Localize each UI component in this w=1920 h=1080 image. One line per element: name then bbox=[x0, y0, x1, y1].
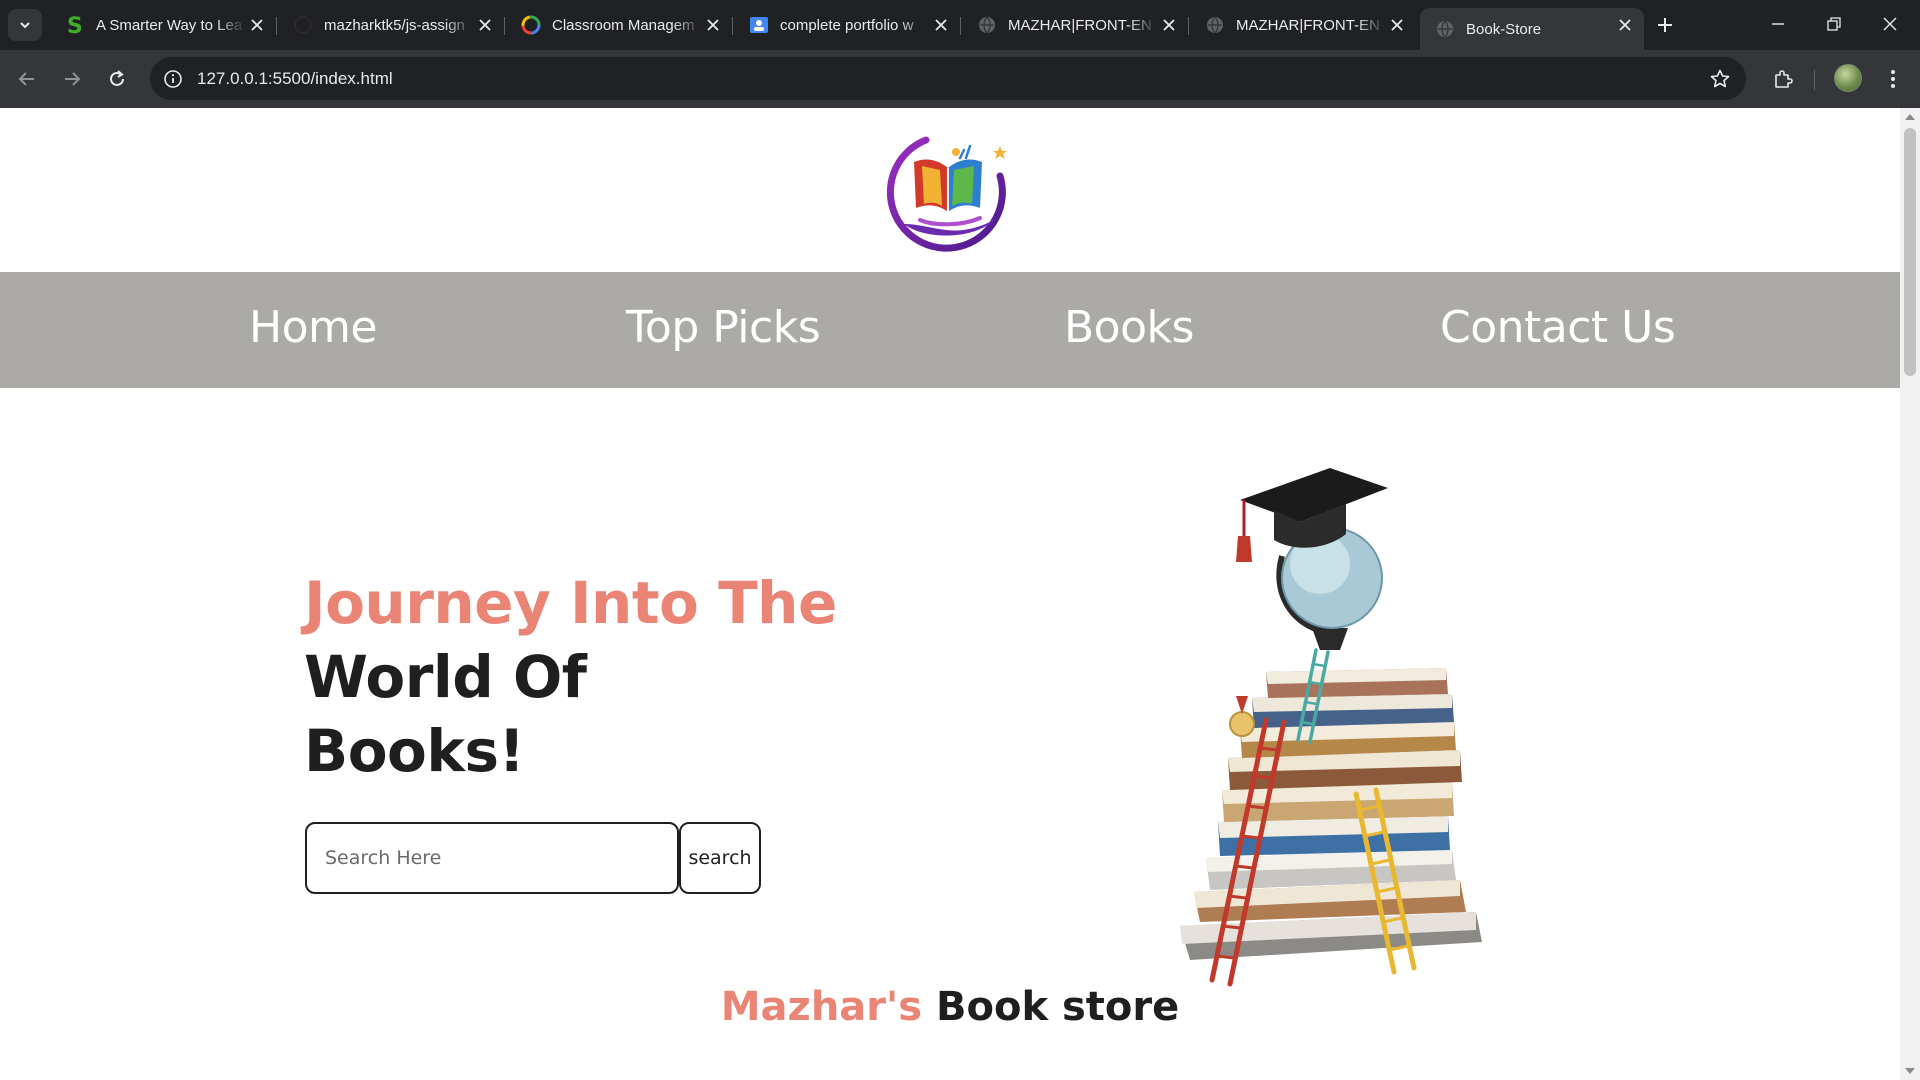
tab-separator bbox=[960, 17, 961, 35]
browser-menu-button[interactable] bbox=[1878, 62, 1908, 96]
bookmark-star-icon[interactable] bbox=[1708, 67, 1732, 91]
tab-title: mazharktk5/js-assign bbox=[324, 16, 465, 34]
close-icon bbox=[1883, 17, 1897, 31]
new-tab-button[interactable] bbox=[1651, 11, 1679, 39]
tab-separator bbox=[276, 17, 277, 35]
profile-avatar[interactable] bbox=[1834, 64, 1862, 92]
globe-icon bbox=[976, 14, 998, 36]
scrollbar-thumb[interactable] bbox=[1904, 128, 1916, 376]
nav-link-top-picks[interactable]: Top Picks bbox=[626, 302, 821, 353]
info-icon[interactable] bbox=[162, 68, 184, 90]
tab-separator bbox=[732, 17, 733, 35]
url-text[interactable]: 127.0.0.1:5500/index.html bbox=[197, 69, 393, 89]
page-viewport: Home Top Picks Books Contact Us Journey … bbox=[0, 108, 1920, 1080]
hero-title-line2: World Of bbox=[304, 643, 587, 711]
globe-icon bbox=[1434, 18, 1456, 40]
nav-link-contact-us[interactable]: Contact Us bbox=[1440, 302, 1676, 353]
browser-tab[interactable]: S A Smarter Way to Lea bbox=[50, 8, 276, 42]
close-window-button[interactable] bbox=[1862, 0, 1918, 48]
tab-title: Book-Store bbox=[1466, 20, 1542, 38]
arrow-left-icon bbox=[18, 72, 34, 86]
forward-button[interactable] bbox=[55, 62, 89, 96]
tab-separator bbox=[1188, 17, 1189, 35]
plus-icon bbox=[1658, 18, 1672, 32]
tab-title: Classroom Managem bbox=[552, 16, 695, 34]
reload-icon bbox=[110, 70, 124, 86]
main-navbar: Home Top Picks Books Contact Us bbox=[0, 272, 1900, 388]
tab-title: MAZHAR|FRONT-EN bbox=[1236, 16, 1380, 34]
toolbar-divider bbox=[1814, 70, 1815, 90]
nav-link-home[interactable]: Home bbox=[249, 302, 377, 353]
minimize-icon bbox=[1772, 23, 1784, 25]
store-title: Mazhar's Book store bbox=[0, 984, 1900, 1030]
browser-tab-active[interactable]: Book-Store bbox=[1420, 8, 1644, 50]
restore-button[interactable] bbox=[1806, 0, 1862, 48]
scroll-up-arrow-icon[interactable] bbox=[1905, 114, 1915, 120]
browser-tab[interactable]: Classroom Managem bbox=[506, 8, 732, 42]
tab-title: A Smarter Way to Lea bbox=[96, 16, 243, 34]
github-icon bbox=[292, 14, 314, 36]
close-icon[interactable] bbox=[704, 16, 722, 34]
svg-text:S: S bbox=[67, 14, 83, 36]
close-icon[interactable] bbox=[1160, 16, 1178, 34]
browser-tab[interactable]: MAZHAR|FRONT-EN bbox=[1190, 8, 1416, 42]
browser-toolbar: 127.0.0.1:5500/index.html bbox=[0, 50, 1920, 108]
reload-button[interactable] bbox=[100, 62, 134, 96]
site-header bbox=[0, 108, 1900, 272]
close-icon[interactable] bbox=[248, 16, 266, 34]
browser-tabstrip: S A Smarter Way to Lea mazharktk5/js-ass… bbox=[0, 0, 1920, 50]
store-title-rest: Book store bbox=[936, 984, 1180, 1030]
tab-title: MAZHAR|FRONT-EN bbox=[1008, 16, 1152, 34]
hero-title-accent: Journey Into The bbox=[304, 569, 837, 637]
close-icon[interactable] bbox=[1388, 16, 1406, 34]
google-icon bbox=[520, 14, 542, 36]
tab-search-button[interactable] bbox=[8, 9, 42, 41]
books-globe-illustration bbox=[1180, 468, 1482, 987]
address-bar[interactable]: 127.0.0.1:5500/index.html bbox=[150, 57, 1746, 100]
arrow-right-icon bbox=[65, 72, 81, 86]
close-icon[interactable] bbox=[932, 16, 950, 34]
back-button[interactable] bbox=[10, 62, 44, 96]
restore-icon bbox=[1827, 17, 1841, 31]
browser-tab[interactable]: complete portfolio w bbox=[734, 8, 960, 42]
extensions-button[interactable] bbox=[1766, 62, 1800, 96]
nav-link-books[interactable]: Books bbox=[1064, 302, 1194, 353]
tab-separator bbox=[504, 17, 505, 35]
page-scrollbar[interactable] bbox=[1900, 108, 1920, 1080]
search-button[interactable]: search bbox=[679, 822, 761, 894]
browser-tab[interactable]: mazharktk5/js-assign bbox=[278, 8, 504, 42]
store-title-accent: Mazhar's bbox=[720, 984, 923, 1030]
minimize-button[interactable] bbox=[1750, 0, 1806, 48]
chevron-down-icon bbox=[20, 22, 30, 29]
hero-title: Journey Into The World Of Books! bbox=[304, 566, 837, 788]
classroom-icon bbox=[748, 14, 770, 36]
kebab-menu-icon bbox=[1891, 70, 1895, 88]
tab-title: complete portfolio w bbox=[780, 16, 914, 34]
close-icon[interactable] bbox=[476, 16, 494, 34]
browser-tab[interactable]: MAZHAR|FRONT-EN bbox=[962, 8, 1188, 42]
hero-title-line3: Books! bbox=[304, 717, 525, 785]
book-store-logo[interactable] bbox=[884, 128, 1014, 258]
scroll-down-arrow-icon[interactable] bbox=[1905, 1068, 1915, 1074]
search-input[interactable] bbox=[305, 822, 679, 894]
globe-icon bbox=[1204, 14, 1226, 36]
s-green-icon: S bbox=[64, 14, 86, 36]
puzzle-icon bbox=[1775, 70, 1793, 88]
close-icon[interactable] bbox=[1616, 16, 1634, 34]
